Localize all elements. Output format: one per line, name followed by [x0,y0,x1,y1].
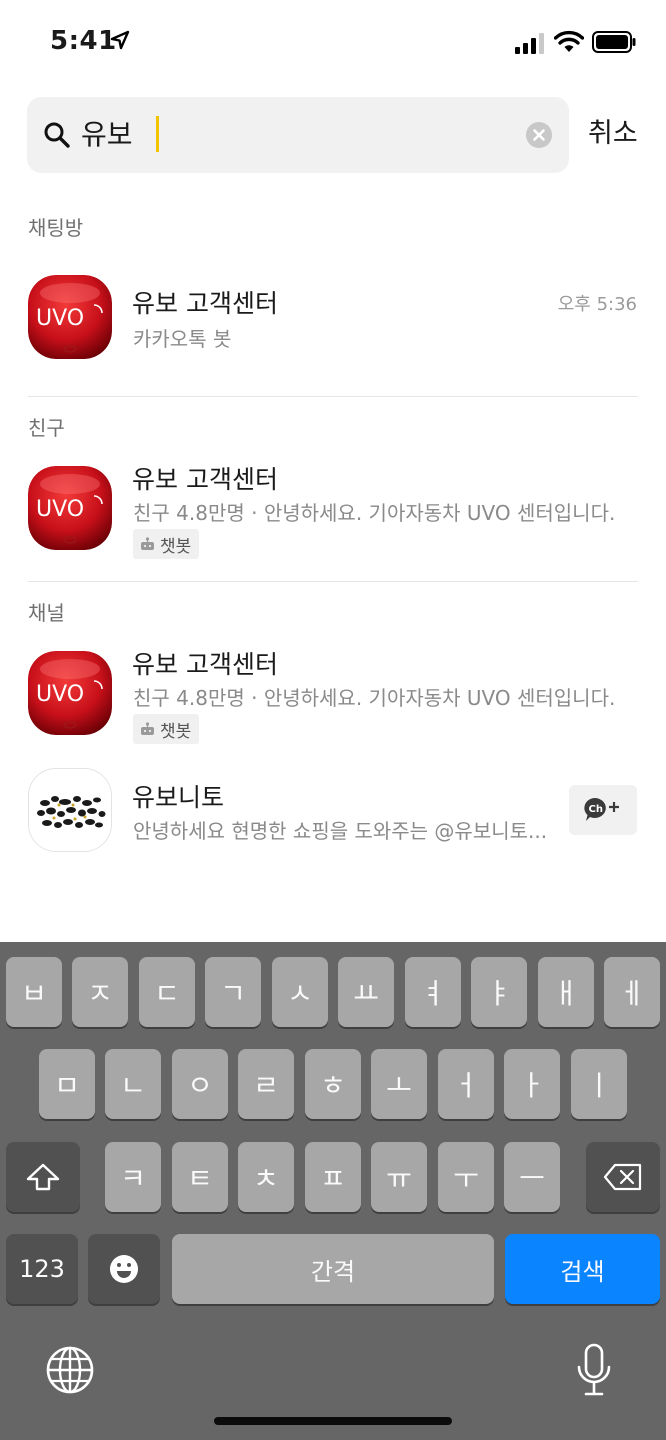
status-time: 5:41 [50,26,117,56]
badge-label: 챗봇 [160,721,192,742]
result-title: 유보 고객센터 [132,650,278,679]
emoji-key[interactable] [88,1234,160,1304]
key[interactable]: ㅓ [438,1049,494,1119]
key[interactable]: ㅋ [105,1142,161,1212]
key[interactable]: ㅕ [405,957,461,1027]
key[interactable]: ㅛ [338,957,394,1027]
result-timestamp: 오후 5:36 [557,294,637,315]
svg-text:UVO: UVO [36,497,84,522]
search-icon [44,122,70,148]
delete-key[interactable] [586,1142,660,1212]
microphone-icon[interactable] [574,1342,614,1398]
numbers-key[interactable]: 123 [6,1234,78,1304]
chatbot-badge: 챗봇 [133,529,200,559]
key[interactable]: ㅡ [504,1142,560,1212]
search-bar[interactable]: 유보 [27,97,569,173]
search-key[interactable]: 검색 [505,1234,660,1304]
key[interactable]: ㅏ [504,1049,560,1119]
key[interactable]: ㅌ [172,1142,228,1212]
svg-text:UVO: UVO [36,306,84,331]
badge-label: 챗봇 [160,536,192,557]
key[interactable]: ㅎ [305,1049,361,1119]
result-title: 유보 고객센터 [132,289,278,318]
section-divider [28,396,638,397]
key[interactable]: ㅊ [238,1142,294,1212]
wifi-icon [554,30,584,52]
korean-keyboard: ㅂ ㅈ ㄷ ㄱ ㅅ ㅛ ㅕ ㅑ ㅐ ㅔ ㅁ ㄴ ㅇ ㄹ ㅎ ㅗ ㅓ ㅏ ㅣ ㅋ … [0,942,666,1440]
backspace-icon [603,1163,642,1191]
yubonito-logo-avatar [28,768,112,852]
key[interactable]: ㅠ [371,1142,427,1212]
result-subtitle: 안녕하세요 현명한 쇼핑을 도와주는 @유보니토... [133,819,548,843]
chatbot-icon [141,537,154,550]
location-arrow-icon [110,30,130,50]
space-key[interactable]: 간격 [172,1234,494,1304]
key[interactable]: ㄹ [238,1049,294,1119]
key[interactable]: ㅈ [72,957,128,1027]
clear-search-icon[interactable] [525,121,553,149]
key[interactable]: ㅜ [438,1142,494,1212]
key[interactable]: ㅇ [172,1049,228,1119]
shift-key[interactable] [6,1142,80,1212]
uvo-logo-avatar: UVO [28,275,112,359]
search-input[interactable]: 유보 [81,115,133,155]
key[interactable]: ㅍ [305,1142,361,1212]
uvo-logo-avatar: UVO [28,651,112,735]
text-caret [156,116,159,152]
result-title: 유보 고객센터 [132,465,278,494]
result-subtitle: 카카오톡 봇 [133,327,232,351]
channel-add-icon: Ch [584,798,619,821]
key[interactable]: ㅁ [39,1049,95,1119]
section-header-chatrooms: 채팅방 [28,216,84,240]
home-indicator[interactable] [214,1417,452,1425]
key[interactable]: ㅣ [571,1049,627,1119]
chatbot-badge: 챗봇 [133,714,200,744]
cellular-signal-icon [515,33,544,54]
cancel-button[interactable]: 취소 [588,114,638,154]
result-subtitle: 친구 4.8만명 · 안녕하세요. 기아자동차 UVO 센터입니다. [133,686,616,710]
section-divider [28,581,638,582]
uvo-logo-avatar: UVO [28,466,112,550]
key[interactable]: ㄱ [205,957,261,1027]
key[interactable]: ㅐ [538,957,594,1027]
key[interactable]: ㅗ [371,1049,427,1119]
key[interactable]: ㄴ [105,1049,161,1119]
globe-icon[interactable] [44,1344,96,1396]
section-header-friends: 친구 [28,416,65,440]
battery-icon [592,31,636,53]
result-subtitle: 친구 4.8만명 · 안녕하세요. 기아자동차 UVO 센터입니다. [133,501,616,525]
result-title: 유보니토 [132,783,225,812]
add-channel-button[interactable]: Ch [569,785,637,835]
key[interactable]: ㅂ [6,957,62,1027]
section-header-channels: 채널 [28,601,65,625]
status-bar: 5:41 [0,0,666,86]
chatbot-icon [141,722,154,735]
svg-text:UVO: UVO [36,682,84,707]
shift-icon [26,1163,60,1191]
key[interactable]: ㅑ [471,957,527,1027]
key[interactable]: ㅔ [604,957,660,1027]
key[interactable]: ㅅ [272,957,328,1027]
key[interactable]: ㄷ [139,957,195,1027]
svg-text:Ch: Ch [589,804,603,815]
emoji-icon [110,1255,138,1283]
